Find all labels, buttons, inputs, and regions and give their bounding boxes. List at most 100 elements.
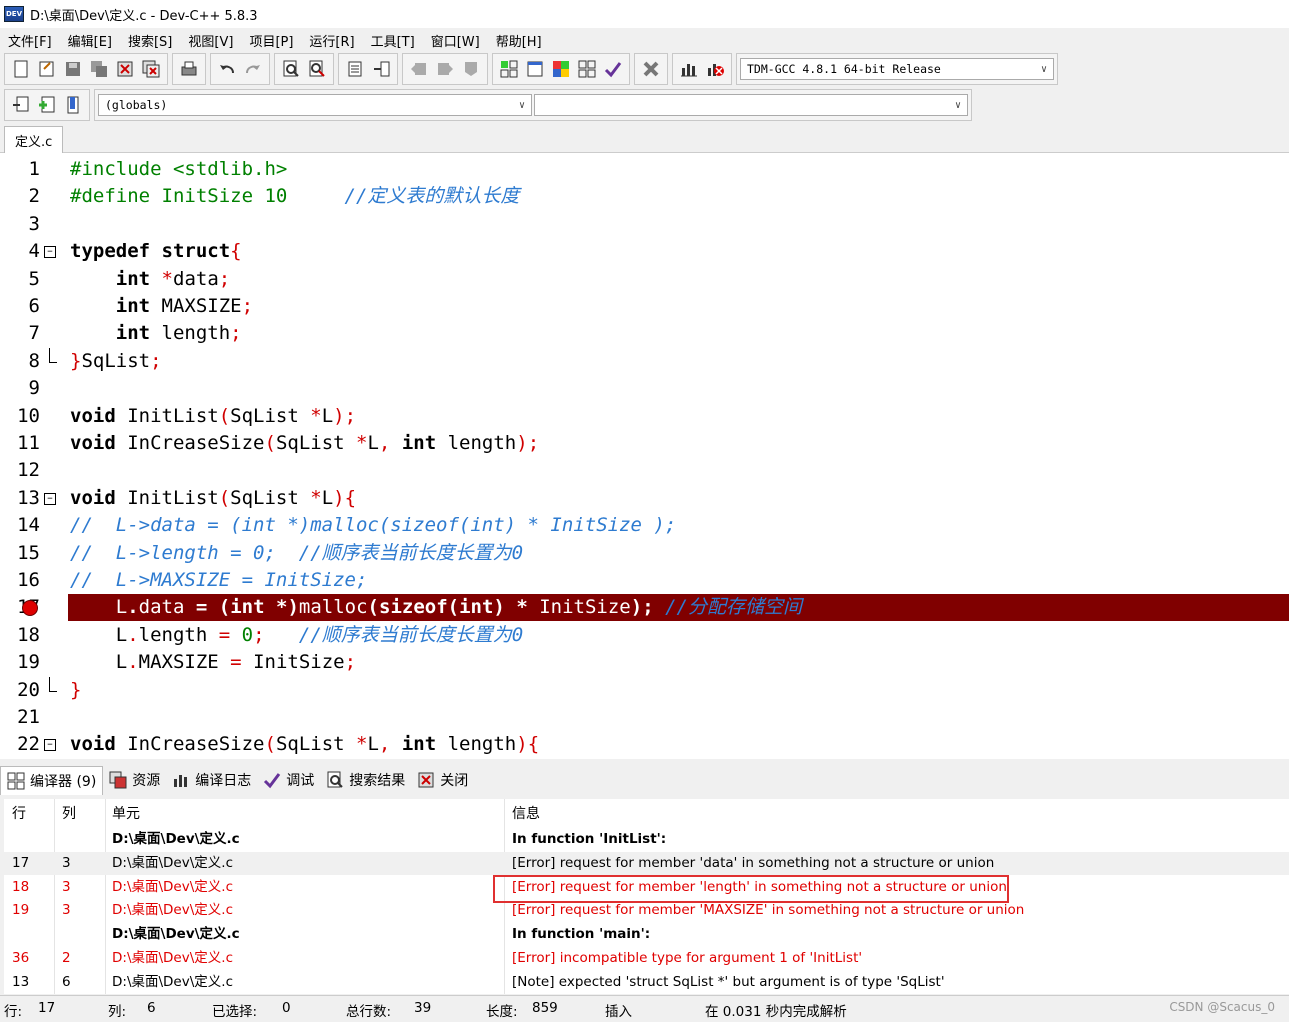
fold-toggle-icon[interactable]: − (44, 246, 56, 259)
code-editor[interactable]: 1 #include <stdlib.h> 2 #define InitSize 10… (0, 153, 1289, 759)
compile-run-icon[interactable] (550, 58, 572, 80)
tab-definition-c[interactable]: 定义.c (4, 126, 64, 153)
line-number[interactable]: 13 (0, 485, 40, 512)
save-icon[interactable] (62, 58, 84, 80)
code-line[interactable]: 15 // L->length = 0; //顺序表当前长度长置为0 (0, 540, 1289, 567)
code-line[interactable]: 12 (0, 457, 1289, 484)
tab-search-results[interactable]: 搜索结果 (320, 766, 411, 794)
header-row[interactable]: 行 (12, 803, 26, 823)
code-line[interactable]: 7 int length; (0, 320, 1289, 347)
rebuild-icon[interactable] (576, 58, 598, 80)
line-number[interactable]: 1 (0, 156, 40, 183)
profile-chart-icon[interactable] (678, 58, 700, 80)
fold-toggle-icon[interactable]: − (44, 492, 56, 505)
line-number[interactable]: 14 (0, 512, 40, 539)
line-number[interactable]: 8 (0, 348, 40, 375)
table-row[interactable]: 36 2 D:\桌面\Dev\定义.c [Error] incompatible ty… (4, 947, 1289, 971)
compile-icon[interactable] (498, 58, 520, 80)
header-col[interactable]: 列 (62, 803, 76, 823)
code-line[interactable]: 19 L.MAXSIZE = InitSize; (0, 649, 1289, 676)
code-line[interactable]: 17 L.data = (int *)malloc(sizeof(int) * … (0, 594, 1289, 622)
tab-compiler[interactable]: 编译器 (9) (0, 765, 104, 795)
line-number[interactable]: 4 (0, 238, 40, 265)
code-line[interactable]: 13− void InitList(SqList *L){ (0, 485, 1289, 512)
line-number[interactable]: 5 (0, 266, 40, 293)
member-select[interactable]: ∨ (534, 94, 968, 116)
line-number[interactable]: 11 (0, 430, 40, 457)
menu-project[interactable]: 项目[P] (241, 31, 301, 50)
line-number[interactable]: 6 (0, 293, 40, 320)
header-message[interactable]: 信息 (512, 803, 540, 823)
table-row[interactable]: 13 6 D:\桌面\Dev\定义.c [Note] expected 'struct… (4, 971, 1289, 994)
menu-tools[interactable]: 工具[T] (363, 31, 423, 50)
tab-compile-log[interactable]: 编译日志 (166, 766, 257, 794)
print-icon[interactable] (178, 58, 200, 80)
insert-icon[interactable] (10, 94, 32, 116)
close-all-icon[interactable] (140, 58, 162, 80)
line-number[interactable]: 10 (0, 403, 40, 430)
toggle-bookmark-icon[interactable] (36, 94, 58, 116)
line-number[interactable]: 22 (0, 731, 40, 758)
code-line[interactable]: 16 // L->MAXSIZE = InitSize; (0, 567, 1289, 594)
goto-function-icon[interactable] (370, 58, 392, 80)
menu-help[interactable]: 帮助[H] (488, 31, 550, 50)
code-line[interactable]: 10 void InitList(SqList *L); (0, 403, 1289, 430)
line-number[interactable]: 18 (0, 622, 40, 649)
compiler-select[interactable]: TDM-GCC 4.8.1 64-bit Release ∨ (740, 58, 1054, 80)
line-number[interactable]: 3 (0, 211, 40, 238)
line-number[interactable]: 20 (0, 677, 40, 704)
tab-close[interactable]: 关闭 (411, 766, 474, 794)
menu-window[interactable]: 窗口[W] (423, 31, 488, 50)
fold-toggle-icon[interactable]: − (44, 739, 56, 752)
code-line[interactable]: 5 int *data; (0, 266, 1289, 293)
menu-search[interactable]: 搜索[S] (120, 31, 180, 50)
project-options-icon[interactable] (460, 58, 482, 80)
save-all-icon[interactable] (88, 58, 110, 80)
forward-icon[interactable] (434, 58, 456, 80)
header-unit[interactable]: 单元 (112, 803, 140, 823)
redo-icon[interactable] (242, 58, 264, 80)
code-line[interactable]: 20} (0, 676, 1289, 704)
code-line[interactable]: 11 void InCreaseSize(SqList *L, int lengt… (0, 430, 1289, 457)
delete-profile-icon[interactable] (704, 58, 726, 80)
menu-file[interactable]: 文件[F] (0, 31, 60, 50)
code-line[interactable]: 6 int MAXSIZE; (0, 293, 1289, 320)
code-line[interactable]: 2 #define InitSize 10 //定义表的默认长度 (0, 183, 1289, 210)
new-file-icon[interactable] (10, 58, 32, 80)
close-file-icon[interactable] (114, 58, 136, 80)
back-icon[interactable] (408, 58, 430, 80)
goto-bookmark-icon[interactable] (62, 94, 84, 116)
scope-select[interactable]: (globals) ∨ (98, 94, 532, 116)
open-file-icon[interactable] (36, 58, 58, 80)
goto-line-icon[interactable] (344, 58, 366, 80)
code-line[interactable]: 22− void InCreaseSize(SqList *L, int leng… (0, 731, 1289, 758)
line-number[interactable]: 9 (0, 375, 40, 402)
code-line[interactable]: 14 // L->data = (int *)malloc(sizeof(int)… (0, 512, 1289, 539)
find-icon[interactable] (280, 58, 302, 80)
menu-run[interactable]: 运行[R] (301, 31, 362, 50)
line-number[interactable]: 2 (0, 183, 40, 210)
table-row[interactable]: 17 3 D:\桌面\Dev\定义.c [Error] request for mem… (4, 851, 1289, 876)
code-line[interactable]: 9 (0, 375, 1289, 402)
code-line[interactable]: 18 L.length = 0; //顺序表当前长度长置为0 (0, 622, 1289, 649)
line-number[interactable]: 15 (0, 540, 40, 567)
undo-icon[interactable] (216, 58, 238, 80)
table-row[interactable]: D:\桌面\Dev\定义.c In function 'main': (4, 923, 1289, 947)
line-number[interactable]: 21 (0, 704, 40, 731)
code-line[interactable]: 4− typedef struct{ (0, 238, 1289, 265)
stop-execution-icon[interactable] (640, 58, 662, 80)
tab-debug[interactable]: 调试 (257, 766, 320, 794)
code-line[interactable]: 21 (0, 704, 1289, 731)
tab-resources[interactable]: 资源 (103, 766, 166, 794)
menu-edit[interactable]: 编辑[E] (60, 31, 120, 50)
run-icon[interactable] (524, 58, 546, 80)
table-row[interactable]: D:\桌面\Dev\定义.c In function 'InitList': (4, 828, 1289, 852)
line-number[interactable]: 12 (0, 457, 40, 484)
code-line[interactable]: 1 #include <stdlib.h> (0, 156, 1289, 183)
replace-icon[interactable] (306, 58, 328, 80)
debug-check-icon[interactable] (602, 58, 624, 80)
line-number[interactable]: 19 (0, 649, 40, 676)
menu-view[interactable]: 视图[V] (180, 31, 241, 50)
code-line[interactable]: 8}SqList; (0, 347, 1289, 375)
line-number[interactable]: 16 (0, 567, 40, 594)
